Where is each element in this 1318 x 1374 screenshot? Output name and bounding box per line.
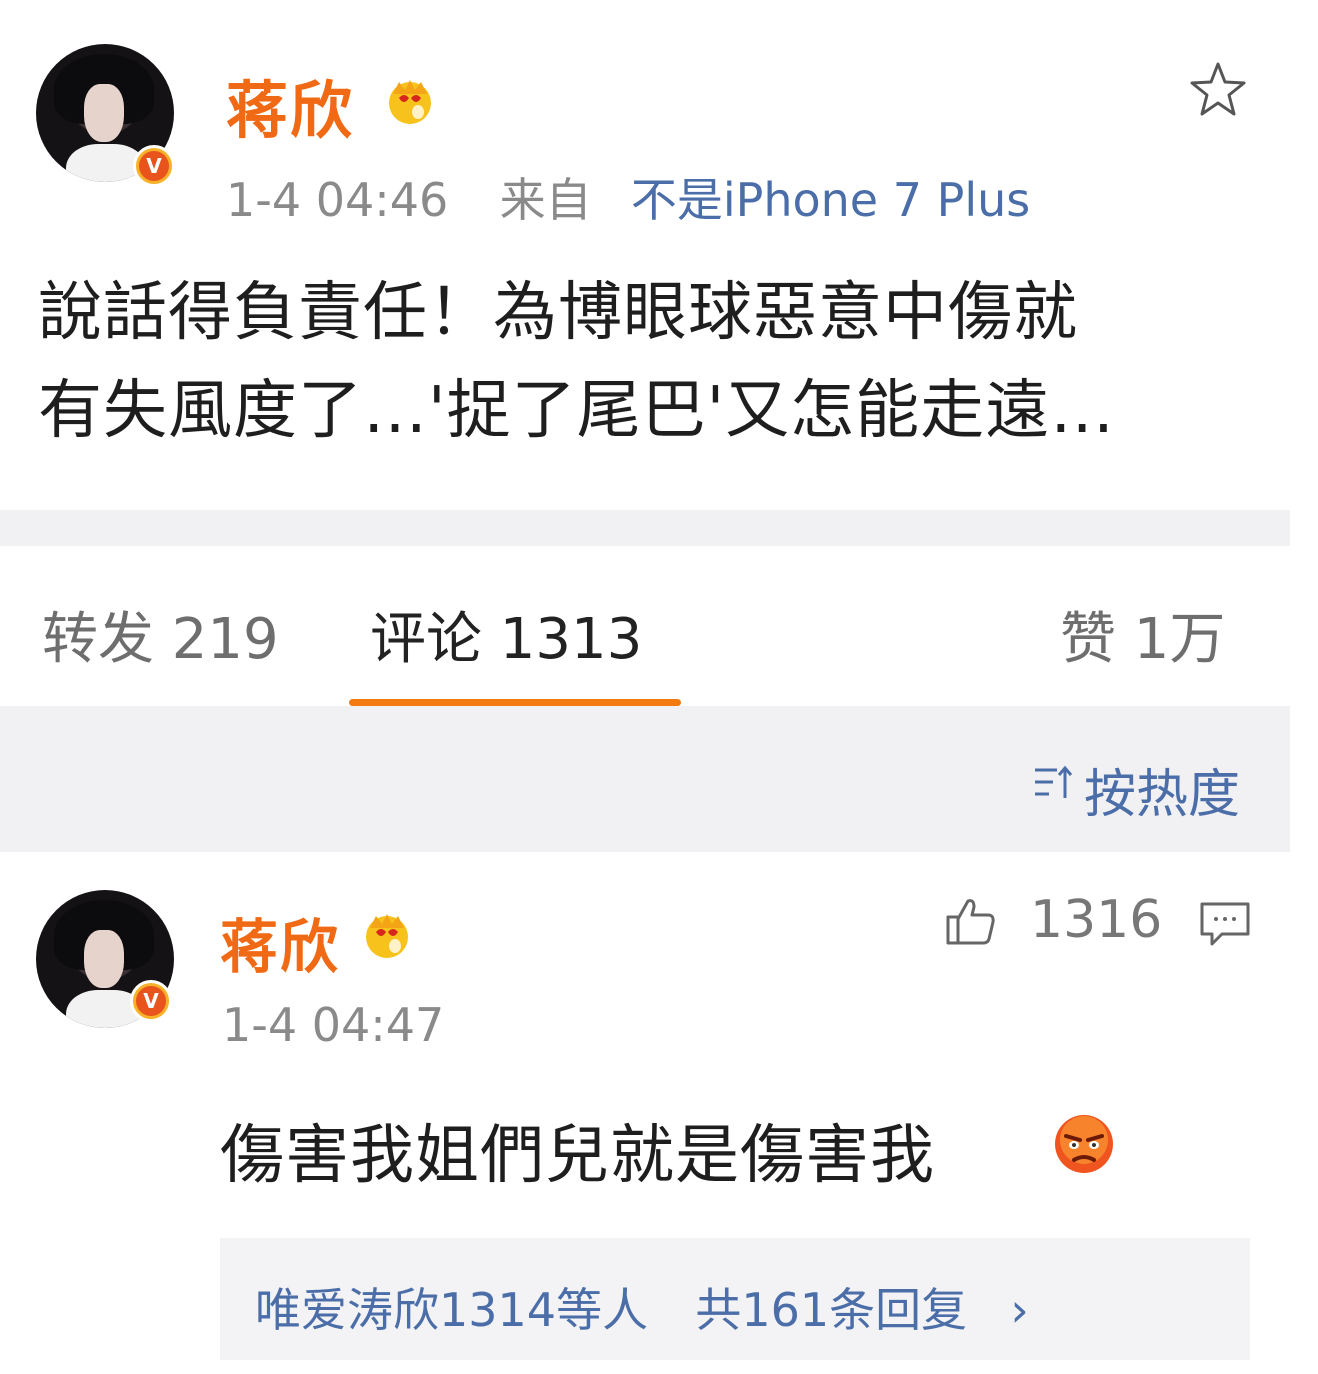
replies-link[interactable]: 唯爱涛欣1314等人 共161条回复 › (255, 1274, 1029, 1340)
thumbs-up-icon[interactable] (942, 893, 998, 949)
crown-emoji-icon (389, 80, 431, 124)
tab-active-underline (349, 699, 681, 706)
chevron-right-icon: › (1010, 1283, 1029, 1337)
post-meta: 1-4 04:46 来自 不是iPhone 7 Plus (226, 164, 1030, 230)
verified-v-icon: V (130, 980, 172, 1022)
crown-emoji-icon (366, 914, 408, 958)
comment-timestamp: 1-4 04:47 (222, 998, 445, 1052)
post-author-name[interactable]: 蒋欣 (226, 60, 354, 150)
comment-text-body: 傷害我姐們兒就是傷害我 (220, 1119, 935, 1193)
favorite-star-icon[interactable] (1186, 58, 1250, 122)
post-timestamp: 1-4 04:46 (226, 173, 449, 227)
sort-by-hot-button[interactable]: 按热度 (1084, 752, 1240, 827)
comment-text: 傷害我姐們兒就是傷害我 (220, 1104, 935, 1196)
post-text-line-1: 說話得負責任！為博眼球惡意中傷就 (38, 276, 1078, 350)
tab-likes[interactable]: 赞 1万 (1060, 594, 1225, 675)
replies-users: 唯爱涛欣1314等人 (255, 1283, 649, 1337)
reply-bubble-icon[interactable] (1198, 898, 1252, 948)
post-text-line-2: 有失風度了…'捉了尾巴'又怎能走遠… (38, 374, 1116, 448)
section-divider (0, 510, 1290, 546)
post-text: 說話得負責任！為博眼球惡意中傷就 有失風度了…'捉了尾巴'又怎能走遠… (38, 264, 1278, 460)
verified-v-icon: V (133, 145, 175, 187)
tab-repost[interactable]: 转发 219 (42, 594, 279, 675)
tab-comments[interactable]: 评论 1313 (370, 594, 642, 675)
comment-author-name[interactable]: 蒋欣 (220, 900, 340, 984)
comment-like-count: 1316 (1030, 890, 1163, 950)
post-source-prefix: 来自 (499, 173, 592, 227)
angry-emoji-icon (1055, 1115, 1113, 1173)
sort-icon[interactable] (1033, 762, 1075, 804)
post-source-link[interactable]: 不是iPhone 7 Plus (631, 173, 1030, 227)
replies-count: 共161条回复 (695, 1283, 968, 1337)
